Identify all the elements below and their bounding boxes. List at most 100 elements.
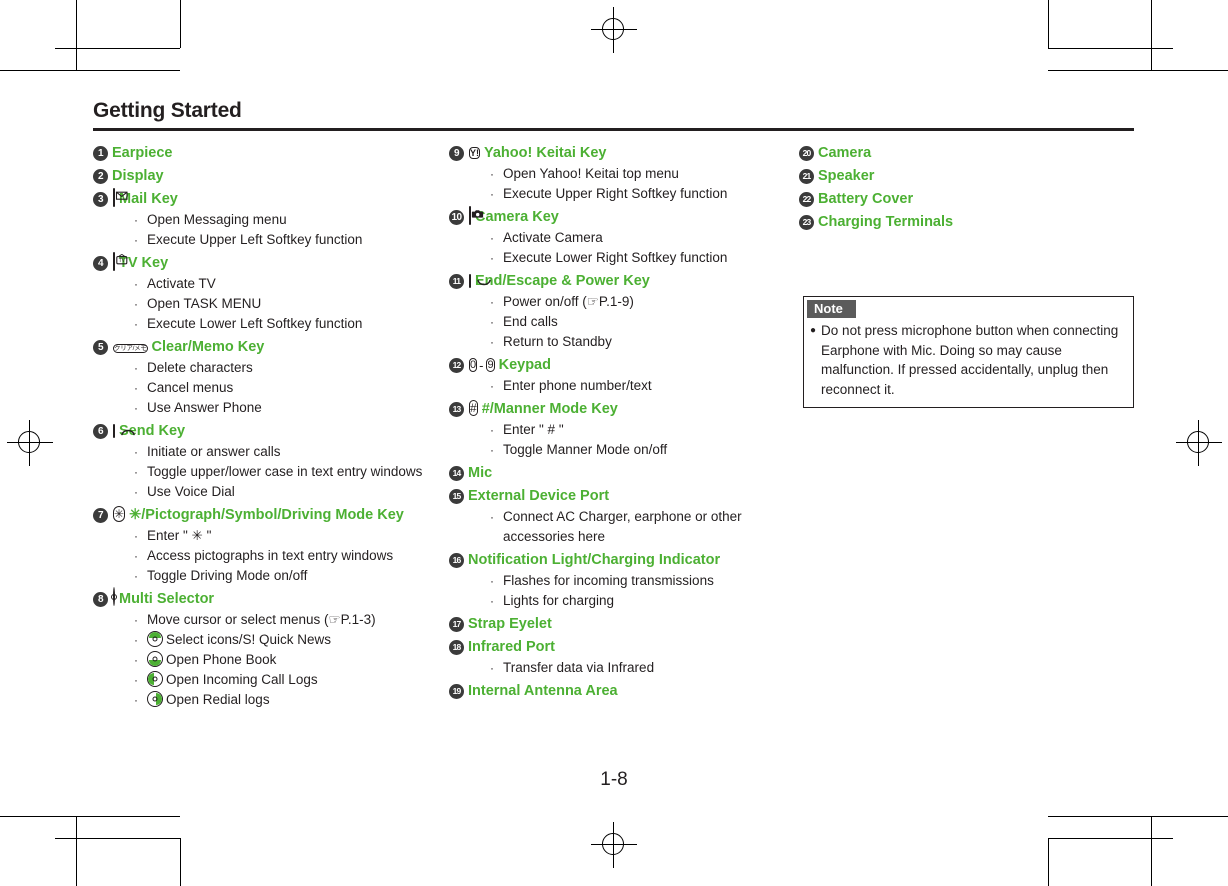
sub-item: · Open Phone Book: [134, 651, 277, 667]
entry-title: External Device Port: [468, 488, 610, 504]
sub-item: · Select icons/S! Quick News: [134, 631, 332, 647]
star-key-label: ✳: [113, 506, 126, 522]
item-number-badge: 8: [93, 592, 108, 607]
entry-title: Charging Terminals: [818, 214, 954, 230]
note-box: Note ● Do not press microphone button wh…: [803, 296, 1134, 408]
entry-title: Multi Selector: [119, 591, 215, 607]
entry-battery-cover: 22 Battery Cover: [799, 189, 1134, 209]
item-number-badge: 4: [93, 256, 108, 271]
entry-multi-selector: 8 Multi Selector · Move cursor or select…: [93, 587, 449, 710]
sub-item-list: · Enter " ✳ " · Access pictographs in text…: [134, 526, 404, 586]
entry-title: Battery Cover: [818, 191, 914, 207]
entry-title: End/Escape & Power Key: [475, 273, 650, 289]
entry-send-key: 6 Send Key · Initiate or answer calls · …: [93, 421, 449, 502]
item-number-badge: 18: [449, 640, 464, 655]
sub-item: · Access pictographs in text entry window…: [134, 548, 394, 563]
entry-hash-manner-mode-key: 13 # #/Manner Mode Key · Enter " # " · Tog…: [449, 399, 799, 460]
sub-item: · End calls: [490, 314, 558, 329]
item-number-badge: 5: [93, 340, 108, 355]
sub-item: · Transfer data via Infrared: [490, 660, 655, 675]
hash-key-icon: #: [469, 400, 478, 418]
sub-item-list: · Activate TV · Open TASK MENU · Execute Lo…: [134, 274, 362, 334]
entry-title: Internal Antenna Area: [468, 683, 618, 699]
entry-title: Keypad: [498, 357, 551, 373]
item-number-badge: 22: [799, 192, 814, 207]
sub-item: · Enter phone number/text: [490, 378, 652, 393]
keypad-icon-9: 9: [486, 356, 495, 374]
entry-camera-key: 10 Camera Key · Activate Camera · Execut…: [449, 206, 799, 268]
star-key-icon: ✳: [113, 506, 126, 524]
sub-item-list: · Initiate or answer calls · Toggle upper/…: [134, 442, 422, 502]
sub-item: · Cancel menus: [134, 380, 234, 395]
clear-memo-key-icon: クリア/メモ: [113, 338, 148, 356]
send-key-icon: [113, 422, 135, 440]
keypad-key-0: 0: [469, 358, 478, 372]
entry-mic: 14 Mic: [449, 463, 799, 483]
sub-item-list: · Transfer data via Infrared: [490, 658, 654, 678]
sub-item: · Toggle upper/lower case in text entry w…: [134, 464, 423, 479]
item-number-badge: 7: [93, 508, 108, 523]
column-left: 1 Earpiece 2 Display 3 Mail Key · Open M…: [93, 143, 449, 711]
page-title: Getting Started: [93, 99, 242, 122]
sub-item: · Use Answer Phone: [134, 400, 262, 415]
sub-item: · Use Voice Dial: [134, 484, 235, 499]
sub-item: · Delete characters: [134, 360, 253, 375]
entry-title: Camera: [818, 145, 872, 161]
selector-right-icon: [147, 691, 163, 707]
entry-external-device-port: 15 External Device Port · Connect AC Char…: [449, 486, 799, 547]
column-middle: 9 Y! Yahoo! Keitai Key · Open Yahoo! Keit…: [449, 143, 799, 702]
entry-title: Yahoo! Keitai Key: [484, 145, 607, 161]
item-number-badge: 2: [93, 169, 108, 184]
item-number-badge: 16: [449, 553, 464, 568]
sub-item: · Connect AC Charger, earphone or other a…: [490, 509, 742, 544]
item-number-badge: 11: [449, 274, 464, 289]
end-power-key-icon: [469, 272, 491, 290]
sub-item-list: · Connect AC Charger, earphone or other a…: [490, 507, 799, 547]
entry-title: #/Manner Mode Key: [481, 401, 618, 417]
entry-strap-eyelet: 17 Strap Eyelet: [449, 614, 799, 634]
entry-title: Clear/Memo Key: [151, 339, 265, 355]
sub-item-list: · Open Messaging menu · Execute Upper Left…: [134, 210, 362, 250]
sub-item: · Execute Lower Right Softkey function: [490, 250, 728, 265]
entry-charging-terminals: 23 Charging Terminals: [799, 212, 1134, 232]
entry-title: Mic: [468, 465, 493, 481]
sub-item: · Move cursor or select menus (☞P.1-3): [134, 612, 376, 627]
entry-title: Display: [112, 168, 164, 184]
entry-title: Strap Eyelet: [468, 616, 552, 632]
entry-end-power-key: 11 End/Escape & Power Key · Power on/off…: [449, 271, 799, 352]
note-text: Do not press microphone button when conn…: [821, 323, 1119, 397]
item-number-badge: 9: [449, 146, 464, 161]
item-number-badge: 23: [799, 215, 814, 230]
clear-memo-key-label: クリア/メモ: [113, 344, 148, 353]
entry-infrared-port: 18 Infrared Port · Transfer data via Infr…: [449, 637, 799, 678]
sub-item-list: · Delete characters · Cancel menus · Use An…: [134, 358, 264, 418]
entry-tv-key: 4 TV TV Key · Activate TV · Open TASK ME…: [93, 252, 449, 334]
selector-up-icon: [147, 631, 163, 647]
sub-item: · Open Incoming Call Logs: [134, 671, 318, 687]
sub-item: · Lights for charging: [490, 593, 615, 608]
sub-item: · Enter " ✳ ": [134, 528, 212, 543]
item-number-badge: 20: [799, 146, 814, 161]
sub-item-list: · Activate Camera · Execute Lower Right So…: [490, 228, 727, 268]
entry-star-pictograph-key: 7 ✳ ✳/Pictograph/Symbol/Driving Mode Key…: [93, 505, 449, 586]
entry-title: ✳/Pictograph/Symbol/Driving Mode Key: [129, 507, 404, 523]
keypad-icon: 0: [469, 356, 478, 374]
sub-item: · Execute Upper Left Softkey function: [134, 232, 363, 247]
note-body: ● Do not press microphone button when co…: [804, 318, 1133, 407]
entry-earpiece: 1 Earpiece: [93, 143, 449, 163]
item-number-badge: 19: [449, 684, 464, 699]
sub-item: · Toggle Driving Mode on/off: [134, 568, 308, 583]
item-number-badge: 15: [449, 489, 464, 504]
note-bullet-icon: ●: [810, 325, 817, 336]
entry-keypad: 12 0 - 9 Keypad · Enter phone number/text: [449, 355, 799, 396]
manual-page: Getting Started 1 Earpiece 2 Display 3 M…: [0, 0, 1228, 886]
item-number-badge: 6: [93, 424, 108, 439]
content-columns: 1 Earpiece 2 Display 3 Mail Key · Open M…: [93, 143, 1134, 711]
sub-item-list: · Enter " # " · Toggle Manner Mode on/off: [490, 420, 667, 460]
sub-item: · Activate Camera: [490, 230, 603, 245]
entry-camera: 20 Camera: [799, 143, 1134, 163]
entry-speaker: 21 Speaker: [799, 166, 1134, 186]
sub-item: · Return to Standby: [490, 334, 612, 349]
entry-notification-light: 16 Notification Light/Charging Indicator…: [449, 550, 799, 611]
svg-text:TV: TV: [119, 258, 126, 264]
